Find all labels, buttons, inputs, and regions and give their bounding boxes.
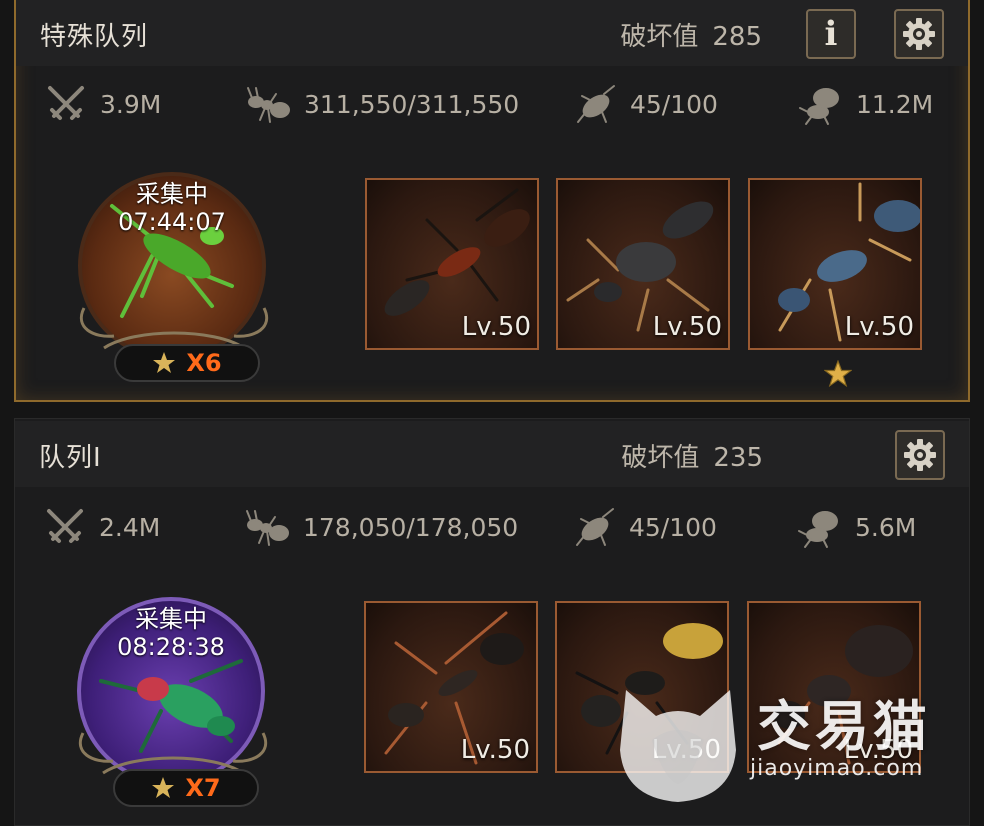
damage-value: 破坏值 285 <box>620 16 762 53</box>
gear-icon <box>904 439 936 471</box>
damage-label: 破坏值 <box>620 22 699 52</box>
troop-slot-3[interactable]: Lv.50 <box>747 601 921 773</box>
troop-slot-3[interactable]: Lv.50 <box>748 178 922 350</box>
leader-timer: 07:44:07 <box>118 208 226 236</box>
stat-beetle: 45/100 <box>574 82 718 126</box>
troop-level: Lv.50 <box>652 312 722 342</box>
queue-header: 特殊队列 破坏值 285 i <box>16 0 968 66</box>
info-button[interactable]: i <box>806 9 856 59</box>
stat-load-value: 11.2M <box>856 89 934 119</box>
settings-button[interactable] <box>895 430 945 480</box>
star-level-badge: X7 <box>113 769 259 807</box>
queue-title: 队列I <box>39 443 102 473</box>
stat-ants: 178,050/178,050 <box>245 505 518 549</box>
carrier-bug-icon <box>798 511 838 548</box>
queue-panel-1[interactable]: 队列I 破坏值 235 2.4M 178,050/178,050 45/100 … <box>14 418 970 826</box>
beetle-icon <box>576 508 614 546</box>
star-icon <box>153 352 176 373</box>
troop-slot-2[interactable]: Lv.50 <box>556 178 730 350</box>
settings-button[interactable] <box>894 9 944 59</box>
troop-level: Lv.50 <box>461 312 531 342</box>
queue-title: 特殊队列 <box>40 22 149 52</box>
stat-beetle: 45/100 <box>573 505 717 549</box>
ant-icon <box>246 510 289 546</box>
gear-icon <box>903 18 935 50</box>
troop-star-icon <box>824 360 852 388</box>
troop-slot-1[interactable]: Lv.50 <box>365 178 539 350</box>
stat-ants: 311,550/311,550 <box>246 82 519 126</box>
leader-status: 采集中 <box>135 605 207 633</box>
damage-number: 235 <box>713 443 763 473</box>
stat-attack: 2.4M <box>43 505 160 549</box>
stat-ants-value: 311,550/311,550 <box>304 89 520 119</box>
carrier-bug-icon <box>799 88 839 125</box>
stat-load: 11.2M <box>798 82 933 126</box>
leader-portrait[interactable]: 采集中 07:44:07 X6 <box>74 168 274 388</box>
troop-slot-2[interactable]: Lv.50 <box>555 601 729 773</box>
stat-load-value: 5.6M <box>855 512 917 542</box>
stat-attack-value: 2.4M <box>99 512 161 542</box>
star-multiplier: X6 <box>186 349 222 377</box>
troop-level: Lv.50 <box>460 735 530 765</box>
stat-attack-value: 3.9M <box>100 89 162 119</box>
crossed-swords-icon <box>48 86 84 120</box>
star-level-badge: X6 <box>114 344 260 382</box>
queue-stats: 3.9M 311,550/311,550 45/100 11.2M <box>16 82 968 136</box>
stat-beetle-value: 45/100 <box>629 512 717 542</box>
damage-label: 破坏值 <box>621 443 700 473</box>
info-icon: i <box>824 14 838 54</box>
stat-attack: 3.9M <box>44 82 161 126</box>
ant-icon <box>247 87 290 123</box>
star-multiplier: X7 <box>185 774 221 802</box>
troop-level: Lv.50 <box>843 735 913 765</box>
stat-load: 5.6M <box>797 505 916 549</box>
damage-number: 285 <box>712 22 762 52</box>
queue-stats: 2.4M 178,050/178,050 45/100 5.6M <box>15 505 969 559</box>
crossed-swords-icon <box>47 509 83 543</box>
leader-timer: 08:28:38 <box>117 633 225 661</box>
troop-level: Lv.50 <box>651 735 721 765</box>
stat-ants-value: 178,050/178,050 <box>303 512 519 542</box>
leader-status: 采集中 <box>136 180 208 208</box>
stat-beetle-value: 45/100 <box>630 89 718 119</box>
queue-header: 队列I 破坏值 235 <box>15 421 969 487</box>
leader-portrait[interactable]: 采集中 08:28:38 X7 <box>73 593 273 813</box>
beetle-icon <box>577 85 615 123</box>
troop-slot-1[interactable]: Lv.50 <box>364 601 538 773</box>
queue-panel-special[interactable]: 特殊队列 破坏值 285 i 3.9M 311,550/311,550 45/1… <box>14 0 970 402</box>
troop-level: Lv.50 <box>844 312 914 342</box>
damage-value: 破坏值 235 <box>621 437 763 474</box>
star-icon <box>152 777 175 798</box>
